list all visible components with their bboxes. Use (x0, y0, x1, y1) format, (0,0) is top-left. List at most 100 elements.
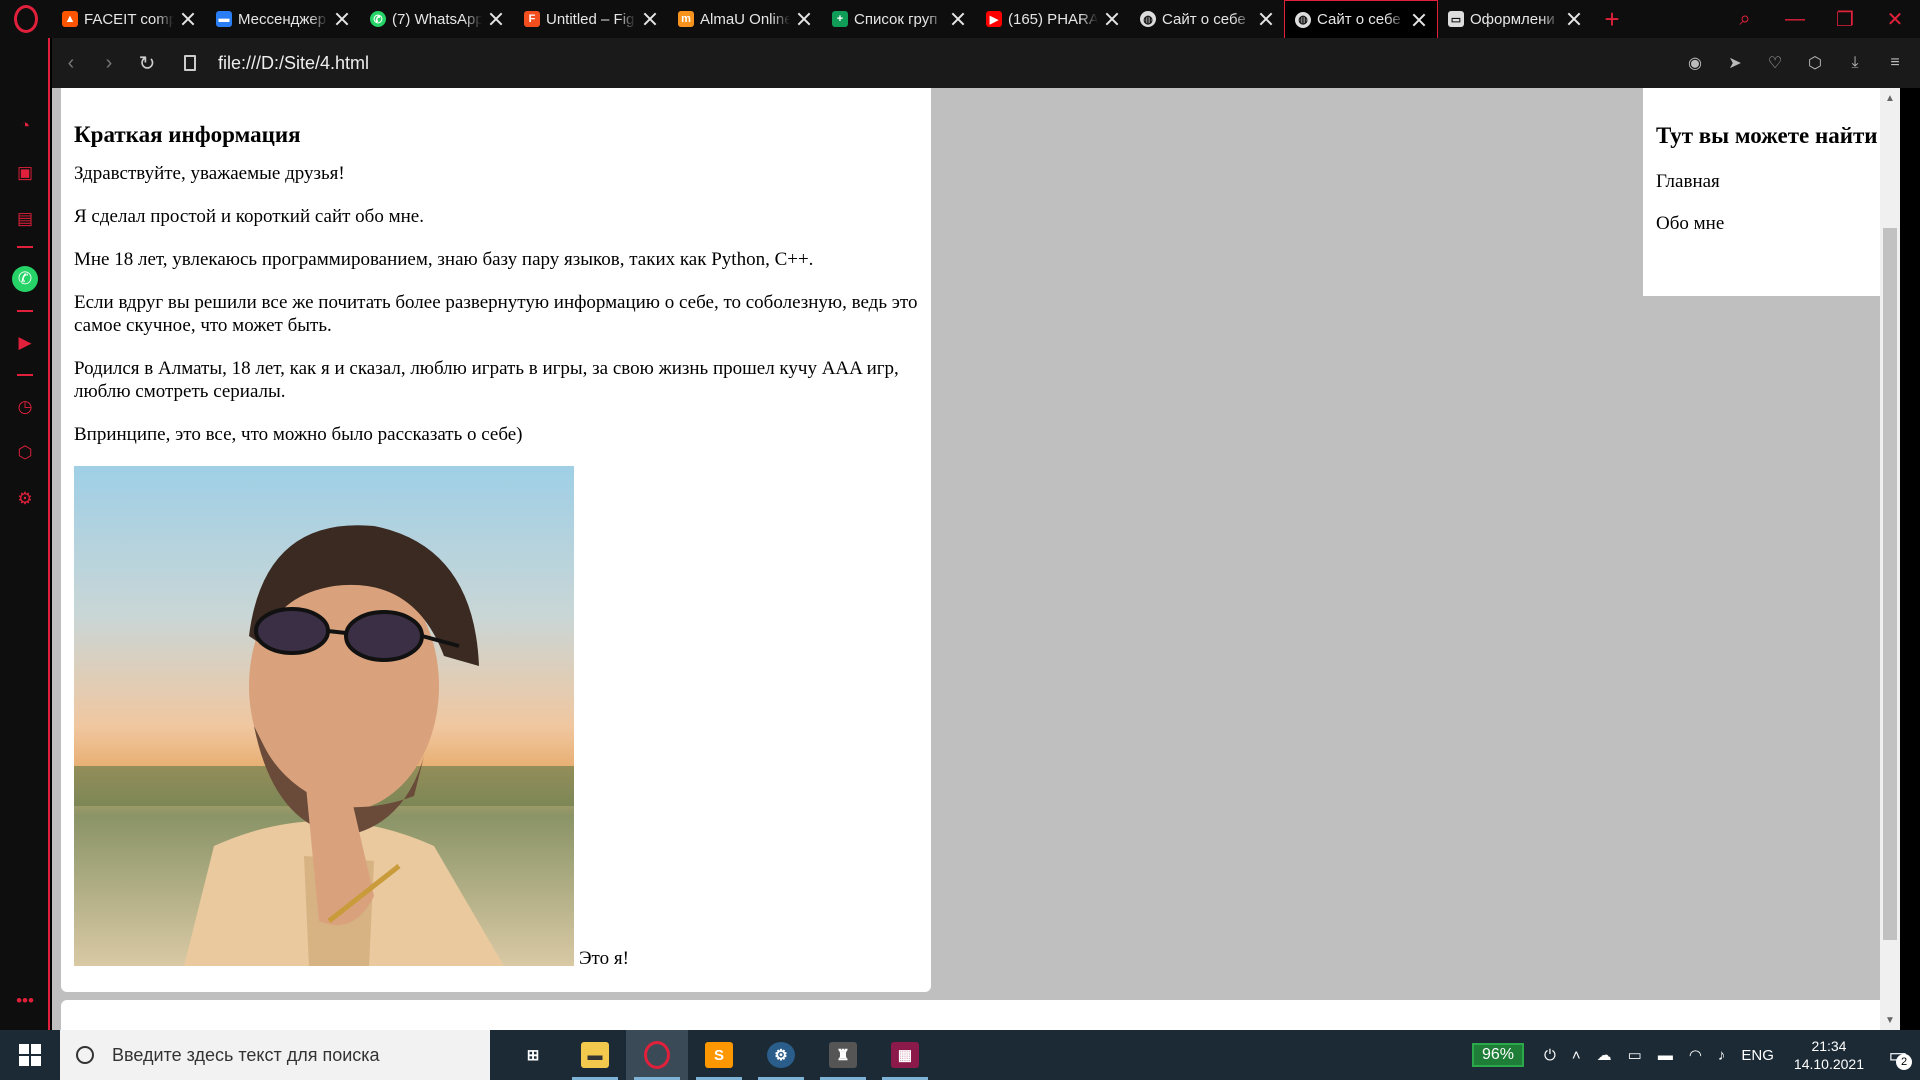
paragraph: Если вдруг вы решили все же почитать бол… (74, 292, 918, 336)
close-icon[interactable] (642, 11, 658, 27)
next-section-card (61, 1000, 1893, 1030)
snapshot-icon[interactable]: ◉ (1680, 48, 1710, 78)
page-viewport: Краткая информация Здравствуйте, уважаем… (52, 88, 1900, 1030)
tab-sheets[interactable]: + Список груп (822, 0, 976, 38)
opera-button[interactable] (626, 1030, 688, 1080)
close-icon[interactable] (950, 11, 966, 27)
twitch-icon[interactable]: ▤ (12, 206, 38, 232)
about-section: Краткая информация Здравствуйте, уважаем… (61, 88, 931, 992)
download-icon[interactable]: ⤓ (1840, 48, 1870, 78)
tab-figma[interactable]: F Untitled – Fig (514, 0, 668, 38)
paragraph: Здравствуйте, уважаемые друзья! (74, 163, 345, 184)
scroll-up-icon[interactable]: ▲ (1880, 88, 1900, 108)
close-window-button[interactable]: ✕ (1870, 0, 1920, 38)
folder-icon: ▬ (581, 1042, 609, 1068)
messenger-icon: ▬ (216, 11, 232, 27)
figma-icon: F (524, 11, 540, 27)
chevron-up-icon[interactable]: ˄ (1572, 1047, 1581, 1064)
whatsapp-sidebar-icon[interactable]: ✆ (12, 266, 38, 292)
language-indicator[interactable]: ENG (1741, 1047, 1774, 1064)
steam-icon: ⚙ (767, 1042, 795, 1068)
tab-almau[interactable]: m AlmaU Online (668, 0, 822, 38)
start-button[interactable] (0, 1030, 60, 1080)
cloud-icon[interactable]: ☁ (1597, 1046, 1612, 1064)
app-button[interactable]: ♜ (812, 1030, 874, 1080)
notification-count: 2 (1896, 1054, 1912, 1070)
back-button[interactable]: ‹ (52, 38, 90, 88)
scroll-down-icon[interactable]: ▼ (1880, 1010, 1900, 1030)
extensions-icon[interactable]: ⬡ (12, 440, 38, 466)
close-icon[interactable] (796, 11, 812, 27)
close-icon[interactable] (1411, 12, 1427, 28)
more-icon[interactable]: ••• (12, 988, 38, 1014)
speed-dial-icon[interactable]: ◔ (12, 113, 38, 139)
close-icon[interactable] (488, 11, 504, 27)
plug-icon: ⏻ (1543, 1046, 1556, 1064)
close-icon[interactable] (1566, 11, 1582, 27)
globe-icon: ◍ (1140, 11, 1156, 27)
paragraph: Впринципе, это все, что можно было расск… (74, 424, 523, 445)
tab-site-active[interactable]: ◍ Сайт о себе (1284, 0, 1438, 38)
task-view-button[interactable]: ⊞ (502, 1030, 564, 1080)
page-file-icon (184, 55, 196, 71)
battery-icon[interactable]: ▬ (1658, 1047, 1673, 1064)
opera-menu-icon[interactable] (0, 0, 52, 38)
close-icon[interactable] (1104, 11, 1120, 27)
window-controls: ⌕ — ❐ ✕ (1720, 0, 1920, 38)
cube-icon[interactable]: ⬡ (1800, 48, 1830, 78)
close-icon[interactable] (334, 11, 350, 27)
tab-messenger[interactable]: ▬ Мессенджер (206, 0, 360, 38)
tab-oformlenie[interactable]: ▭ Оформлени (1438, 0, 1592, 38)
battery-indicator[interactable]: 96% (1471, 1043, 1524, 1067)
url-text: file:///D:/Site/4.html (218, 52, 370, 73)
globe-icon: ◍ (1295, 11, 1311, 28)
tab-site-1[interactable]: ◍ Сайт о себе (1130, 0, 1284, 38)
sublime-button[interactable]: S (688, 1030, 750, 1080)
sublime-icon: S (705, 1042, 733, 1068)
tab-youtube[interactable]: ▶ (165) PHARA (976, 0, 1130, 38)
heart-icon[interactable]: ♡ (1760, 48, 1790, 78)
wifi-icon[interactable]: ◠ (1689, 1046, 1702, 1064)
settings-icon[interactable]: ⚙ (12, 486, 38, 512)
player-icon[interactable]: ▶ (12, 330, 38, 356)
volume-icon[interactable]: ♪ (1718, 1047, 1726, 1064)
explorer-button[interactable]: ▬ (564, 1030, 626, 1080)
profile-photo (74, 466, 574, 966)
tab-whatsapp[interactable]: ✆ (7) WhatsApp (360, 0, 514, 38)
scrollbar-thumb[interactable] (1883, 228, 1897, 940)
nav-link-about[interactable]: Обо мне (1656, 213, 1880, 235)
close-icon[interactable] (1258, 11, 1274, 27)
restore-button[interactable]: ❐ (1820, 0, 1870, 38)
meet-icon[interactable]: ▭ (1628, 1046, 1642, 1064)
taskbar-search[interactable]: Введите здесь текст для поиска (60, 1030, 490, 1080)
new-tab-button[interactable]: + (1592, 0, 1632, 38)
paragraph: Родился в Алматы, 18 лет, как я и сказал… (74, 358, 899, 402)
forward-button[interactable]: › (90, 38, 128, 88)
briefcase-icon[interactable]: ▣ (12, 160, 38, 186)
taskbar-apps: ⊞ ▬ S ⚙ ♜ ▦ (502, 1030, 936, 1080)
close-icon[interactable] (180, 11, 196, 27)
page-scrollbar[interactable]: ▲ ▼ (1880, 88, 1900, 1030)
nav-link-home[interactable]: Главная (1656, 171, 1880, 193)
opera-icon (644, 1041, 670, 1069)
winrar-button[interactable]: ▦ (874, 1030, 936, 1080)
url-field[interactable]: file:///D:/Site/4.html (184, 53, 369, 74)
search-tabs-icon[interactable]: ⌕ (1720, 0, 1770, 38)
minimize-button[interactable]: — (1770, 0, 1820, 38)
tab-faceit[interactable]: ▲ FACEIT comp (52, 0, 206, 38)
notification-button[interactable]: ▭ 2 (1876, 1030, 1920, 1080)
photo-caption: Это я! (579, 948, 629, 969)
history-icon[interactable]: ◷ (12, 394, 38, 420)
clock[interactable]: 21:34 14.10.2021 (1794, 1037, 1864, 1073)
easy-setup-icon[interactable]: ≡ (1880, 48, 1910, 78)
address-bar: ‹ › ↻ file:///D:/Site/4.html ◉ ➤ ♡ ⬡ ⤓ ≡ (52, 38, 1920, 88)
send-icon[interactable]: ➤ (1720, 48, 1750, 78)
photo-row: Это я! (74, 466, 918, 969)
almau-icon: m (678, 11, 694, 27)
tower-icon: ♜ (829, 1042, 857, 1068)
reload-button[interactable]: ↻ (128, 38, 166, 88)
windows-taskbar: Введите здесь текст для поиска ⊞ ▬ S ⚙ ♜… (0, 1030, 1920, 1080)
steam-button[interactable]: ⚙ (750, 1030, 812, 1080)
clock-date: 14.10.2021 (1793, 1056, 1864, 1072)
paragraph: Я сделал простой и короткий сайт обо мне… (74, 206, 424, 227)
